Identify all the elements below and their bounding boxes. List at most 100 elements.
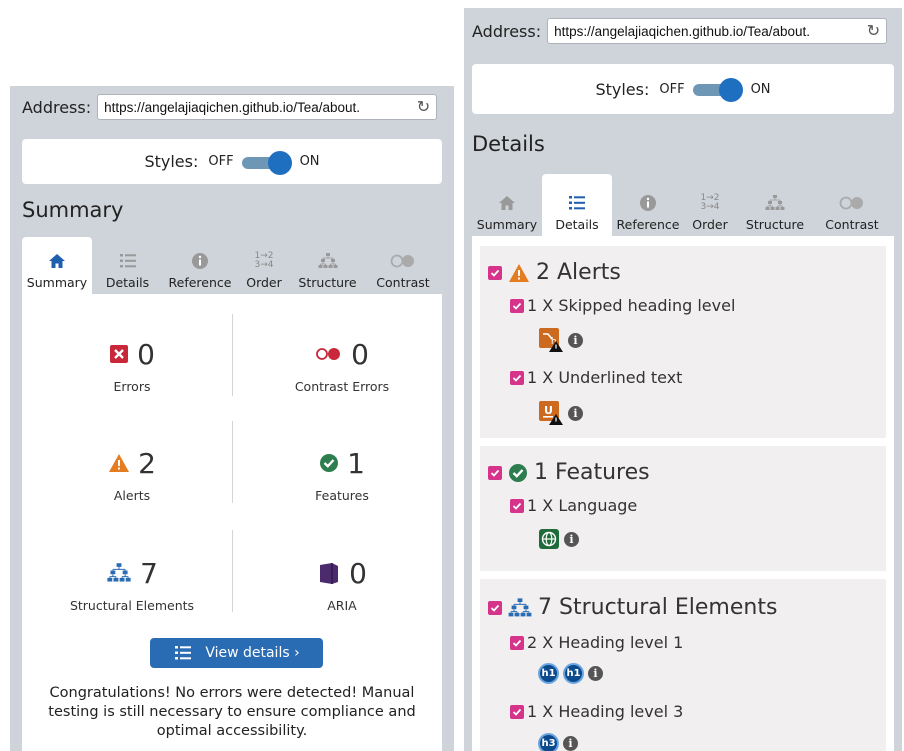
divider — [232, 530, 233, 612]
page-title: Details — [472, 132, 545, 156]
globe-icon[interactable] — [538, 528, 560, 550]
tab-structure[interactable]: Structure — [291, 237, 364, 294]
address-url: https://angelajiaqichen.github.io/Tea/ab… — [104, 99, 361, 115]
tab-contrast[interactable]: Contrast — [364, 237, 442, 294]
language-checkbox[interactable] — [510, 498, 524, 513]
contrast-icon — [839, 192, 865, 214]
list-icon — [568, 192, 586, 214]
styles-on-label: ON — [299, 154, 320, 169]
alerts-title: 2 Alerts — [536, 260, 621, 285]
contrast-errors-count: 0 — [351, 337, 369, 371]
tab-contrast[interactable]: Contrast — [814, 174, 890, 236]
address-label: Address: — [472, 21, 542, 41]
tab-reference[interactable]: Reference — [163, 237, 237, 294]
skipped-heading-icons: h i — [538, 327, 583, 353]
underlined-text-checkbox[interactable] — [510, 370, 524, 385]
tab-reference[interactable]: Reference — [612, 174, 684, 236]
tab-details[interactable]: Details — [92, 237, 163, 294]
congrats-message: Congratulations! No errors were detected… — [48, 685, 416, 739]
structural-checkbox[interactable] — [488, 600, 502, 615]
info-icon[interactable]: i — [563, 736, 578, 751]
structural-heading: 7 Structural Elements — [488, 595, 777, 620]
tab-summary[interactable]: Summary — [22, 237, 92, 294]
structural-label: Structural Elements — [69, 598, 195, 613]
structural-summary[interactable]: 7 Structural Elements — [32, 556, 232, 614]
home-icon — [48, 250, 66, 272]
alerts-summary[interactable]: 2 Alerts — [32, 446, 232, 503]
styles-label: Styles: — [144, 152, 199, 171]
info-icon[interactable]: i — [568, 405, 583, 421]
info-icon[interactable]: i — [564, 531, 579, 547]
details-panel: Address: https://angelajiaqichen.github.… — [464, 8, 902, 751]
alerts-label: Alerts — [113, 488, 151, 503]
features-checkbox[interactable] — [488, 465, 502, 480]
styles-toggle[interactable] — [241, 150, 292, 175]
skipped-heading-label: 1 X Skipped heading level — [527, 296, 736, 315]
contrast-errors-label: Contrast Errors — [294, 379, 390, 394]
aria-label: ARIA — [327, 598, 357, 613]
heading-3-checkbox[interactable] — [510, 704, 524, 719]
reload-icon[interactable]: ↻ — [867, 21, 880, 41]
underlined-text-icon[interactable]: U — [538, 400, 564, 426]
heading-3-label: 1 X Heading level 3 — [527, 702, 684, 721]
reload-icon[interactable]: ↻ — [417, 97, 430, 117]
address-url: https://angelajiaqichen.github.io/Tea/ab… — [554, 23, 811, 39]
heading-3-icons: h3 i — [538, 733, 578, 751]
tab-bar: Summary Details Reference 1→2 3→4 Order S… — [22, 237, 442, 294]
aria-summary[interactable]: 0 ARIA — [242, 556, 442, 613]
divider — [232, 421, 233, 503]
address-bar: Address: https://angelajiaqichen.github.… — [22, 94, 442, 120]
view-details-label: View details › — [205, 645, 300, 661]
address-label: Address: — [22, 97, 92, 117]
address-input[interactable]: https://angelajiaqichen.github.io/Tea/ab… — [97, 94, 438, 120]
divider — [232, 314, 233, 396]
info-icon[interactable]: i — [588, 666, 603, 681]
structural-group: 7 Structural Elements 2 X Heading level … — [480, 579, 886, 751]
tab-bar: Summary Details Reference 1→2 3→4 Order S… — [472, 174, 890, 236]
tab-summary[interactable]: Summary — [472, 174, 542, 236]
contrast-icon — [390, 250, 416, 272]
heading-1-label: 2 X Heading level 1 — [527, 633, 684, 652]
features-title: 1 Features — [534, 460, 650, 485]
errors-count: 0 — [137, 337, 155, 371]
info-icon[interactable]: i — [568, 332, 583, 348]
alerts-heading: 2 Alerts — [488, 260, 621, 285]
alert-item-underlined-text: 1 X Underlined text — [510, 368, 682, 387]
feature-check-icon — [508, 463, 528, 483]
styles-off-label: OFF — [208, 154, 234, 169]
errors-summary[interactable]: 0 Errors — [32, 337, 232, 394]
alerts-checkbox[interactable] — [488, 265, 502, 280]
heading-1-badge-icon[interactable]: h1 — [538, 663, 559, 684]
structure-icon — [106, 562, 132, 584]
order-icon: 1→2 3→4 — [254, 251, 274, 270]
summary-panel: Address: https://angelajiaqichen.github.… — [10, 86, 454, 751]
feature-check-icon — [319, 453, 339, 473]
alerts-count: 2 — [138, 446, 156, 480]
tab-details[interactable]: Details — [542, 174, 612, 236]
address-input[interactable]: https://angelajiaqichen.github.io/Tea/ab… — [547, 18, 888, 44]
heading-1-checkbox[interactable] — [510, 635, 524, 650]
tab-order[interactable]: 1→2 3→4 Order — [237, 237, 291, 294]
aria-icon — [317, 561, 341, 585]
view-details-button[interactable]: View details › — [150, 638, 323, 668]
info-icon — [191, 250, 209, 272]
features-heading: 1 Features — [488, 460, 650, 485]
underlined-text-icons: U i — [538, 400, 583, 426]
skipped-heading-checkbox[interactable] — [510, 298, 524, 313]
features-summary[interactable]: 1 Features — [242, 446, 442, 504]
styles-toggle-card: Styles: OFF ON — [472, 64, 894, 114]
heading-3-badge-icon[interactable]: h3 — [538, 733, 559, 751]
styles-toggle-card: Styles: OFF ON — [22, 139, 442, 184]
styles-toggle[interactable] — [692, 78, 743, 102]
structural-count: 7 — [140, 556, 158, 590]
home-icon — [498, 192, 516, 214]
styles-on-label: ON — [750, 81, 771, 97]
tab-order[interactable]: 1→2 3→4 Order — [684, 174, 736, 236]
skipped-heading-icon[interactable]: h — [538, 327, 564, 353]
features-group: 1 Features 1 X Language i — [480, 446, 886, 571]
heading-1-badge-icon[interactable]: h1 — [563, 663, 584, 684]
structure-icon — [318, 250, 338, 272]
contrast-errors-summary[interactable]: 0 Contrast Errors — [242, 337, 442, 395]
tab-structure[interactable]: Structure — [736, 174, 814, 236]
language-icons: i — [538, 528, 579, 550]
